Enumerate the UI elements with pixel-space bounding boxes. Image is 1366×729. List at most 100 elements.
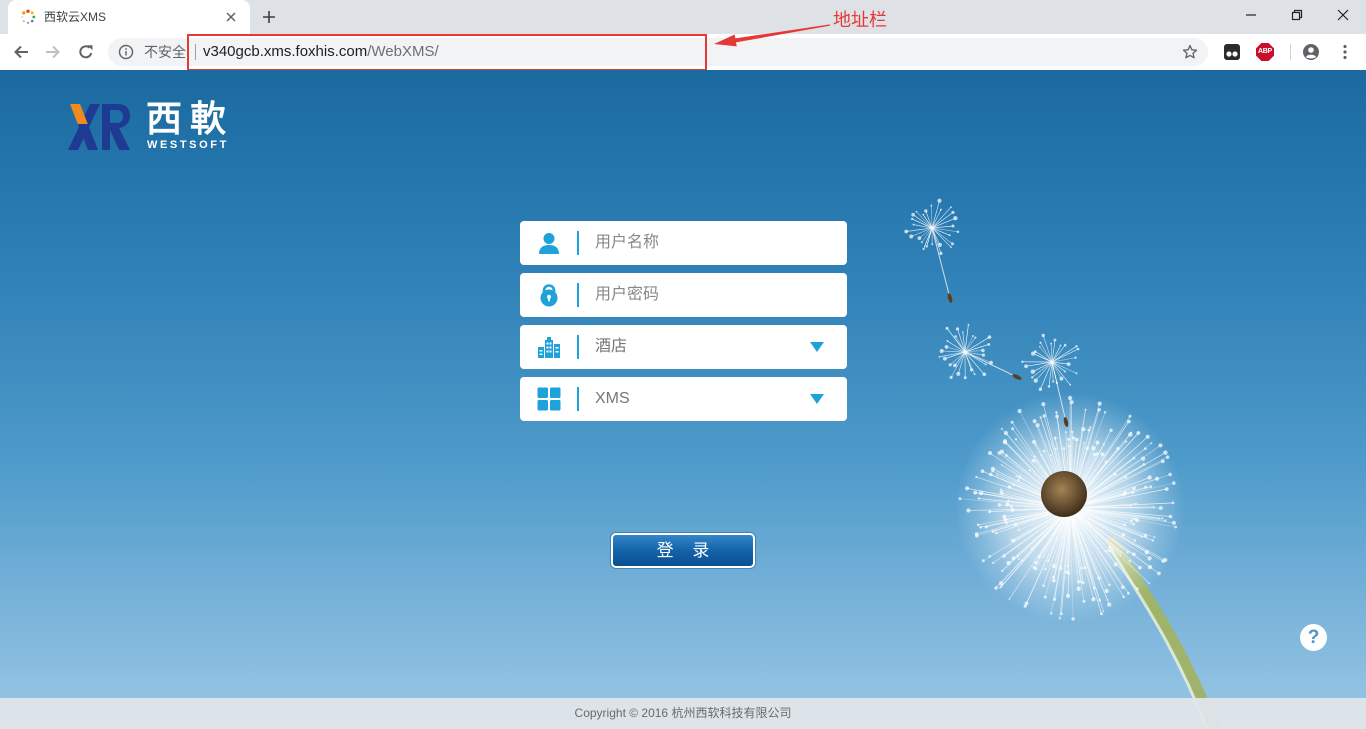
- dandelion-tuft: [1123, 523, 1127, 527]
- dandelion-tuft: [956, 230, 960, 234]
- dandelion-tuft: [1128, 560, 1131, 563]
- dandelion-tuft: [1107, 602, 1112, 607]
- dandelion-tuft: [1133, 539, 1137, 542]
- footer-copyright: Copyright © 2016 杭州西软科技有限公司: [574, 706, 792, 720]
- dandelion-tuft: [1052, 380, 1055, 383]
- forward-icon[interactable]: [45, 44, 61, 60]
- password-field[interactable]: [520, 273, 847, 317]
- dandelion-tuft: [1031, 376, 1034, 379]
- grid-icon: [537, 387, 561, 411]
- dropdown-arrow-icon[interactable]: [810, 342, 824, 352]
- dandelion-tuft: [1065, 570, 1069, 574]
- dandelion-tuft: [1075, 372, 1078, 375]
- dandelion-tuft: [1053, 597, 1057, 601]
- dandelion-tuft: [1017, 408, 1022, 414]
- dandelion-tuft: [1071, 617, 1075, 621]
- dandelion-tuft: [1075, 345, 1078, 348]
- dandelion-tuft: [939, 251, 943, 256]
- dandelion-tuft: [1100, 452, 1105, 457]
- dandelion-tuft: [1006, 560, 1011, 566]
- dandelion-tuft: [1044, 568, 1047, 571]
- browser-tab[interactable]: 西软云XMS: [8, 0, 250, 34]
- dandelion-tuft: [949, 375, 953, 379]
- toolbar-divider: [1290, 44, 1291, 60]
- hotel-select[interactable]: 酒店: [520, 325, 847, 369]
- dandelion-tuft: [1024, 364, 1028, 369]
- dandelion-tuft: [1153, 536, 1156, 539]
- dandelion-tuft: [1095, 440, 1100, 445]
- username-input[interactable]: [595, 221, 825, 265]
- help-button[interactable]: ?: [1300, 624, 1327, 651]
- dandelion-tuft: [1010, 420, 1014, 424]
- info-icon[interactable]: [118, 44, 134, 60]
- dandelion-tuft: [975, 533, 979, 538]
- dandelion-tuft: [1010, 507, 1015, 512]
- dandelion-tuft: [979, 525, 982, 529]
- dandelion-tuft: [910, 217, 914, 221]
- dandelion-tuft: [1069, 384, 1072, 386]
- extension-icon[interactable]: [1223, 43, 1241, 61]
- dandelion-tuft: [987, 335, 992, 339]
- dandelion-tuft: [1081, 567, 1084, 570]
- username-field[interactable]: [520, 221, 847, 265]
- dandelion-tuft: [1158, 506, 1163, 510]
- dandelion-tuft: [1084, 408, 1087, 411]
- dandelion-tuft: [1148, 582, 1150, 585]
- dandelion-tuft: [1082, 599, 1086, 603]
- dandelion-tuft: [1055, 381, 1059, 385]
- dandelion-tuft: [981, 353, 986, 357]
- dandelion-tuft: [1168, 472, 1172, 477]
- adblock-icon[interactable]: ABP: [1256, 43, 1274, 61]
- dandelion-tuft: [924, 209, 928, 213]
- account-icon[interactable]: [1302, 43, 1320, 61]
- password-input[interactable]: [595, 273, 825, 317]
- dandelion-tuft: [1000, 464, 1003, 466]
- dandelion-tuft: [1127, 419, 1131, 424]
- dandelion-tuft: [1052, 564, 1057, 569]
- dandelion-tuft: [1032, 419, 1037, 424]
- dandelion-tuft: [965, 486, 970, 491]
- dandelion-tuft: [951, 224, 955, 228]
- star-icon[interactable]: [1182, 44, 1198, 60]
- dandelion-tuft: [948, 363, 952, 367]
- close-window-icon[interactable]: [1332, 5, 1354, 25]
- login-page: 西軟 WESTSOFT 用户名称 酒店 XMS 登 录 ? Copyright …: [0, 70, 1366, 729]
- annotation-highlight-box: [187, 34, 707, 71]
- dandelion-tuft: [1122, 595, 1125, 599]
- security-label[interactable]: 不安全: [144, 43, 186, 61]
- restore-icon[interactable]: [1286, 5, 1308, 25]
- new-tab-icon[interactable]: [262, 10, 276, 24]
- minimize-icon[interactable]: [1240, 5, 1262, 25]
- dandelion-tuft: [1011, 427, 1015, 431]
- dandelion-tuft: [1134, 502, 1137, 505]
- system-select[interactable]: XMS: [520, 377, 847, 421]
- dandelion-tuft: [1113, 562, 1118, 567]
- close-tab-icon[interactable]: [224, 10, 238, 24]
- dropdown-arrow-icon[interactable]: [810, 394, 824, 404]
- menu-icon[interactable]: [1336, 43, 1354, 61]
- dandelion-tuft: [944, 345, 949, 349]
- dandelion-tuft: [1083, 441, 1086, 444]
- dandelion-tuft: [982, 372, 987, 377]
- field-divider: [577, 387, 579, 411]
- dandelion-tuft: [1064, 431, 1067, 434]
- reload-icon[interactable]: [78, 44, 94, 60]
- dandelion-tuft: [1014, 438, 1018, 441]
- dandelion-tuft: [1145, 434, 1150, 439]
- dandelion-tuft: [1067, 437, 1071, 441]
- dandelion-fiber: [1042, 335, 1053, 363]
- dandelion-tuft: [989, 360, 993, 365]
- dandelion-tuft: [1032, 440, 1036, 444]
- dandelion-tuft: [975, 475, 978, 479]
- dandelion-illustration: [904, 198, 1220, 729]
- dandelion-tuft: [915, 210, 918, 213]
- dandelion-tuft: [1008, 598, 1011, 600]
- dandelion-tuft: [1165, 455, 1170, 459]
- login-button[interactable]: 登 录: [611, 533, 755, 568]
- back-icon[interactable]: [13, 44, 29, 60]
- dandelion-tuft: [1017, 528, 1020, 532]
- dandelion-tuft: [1058, 617, 1061, 620]
- dandelion-tuft: [1064, 370, 1067, 373]
- dandelion-tuft: [999, 449, 1004, 454]
- footer: Copyright © 2016 杭州西软科技有限公司: [0, 698, 1366, 729]
